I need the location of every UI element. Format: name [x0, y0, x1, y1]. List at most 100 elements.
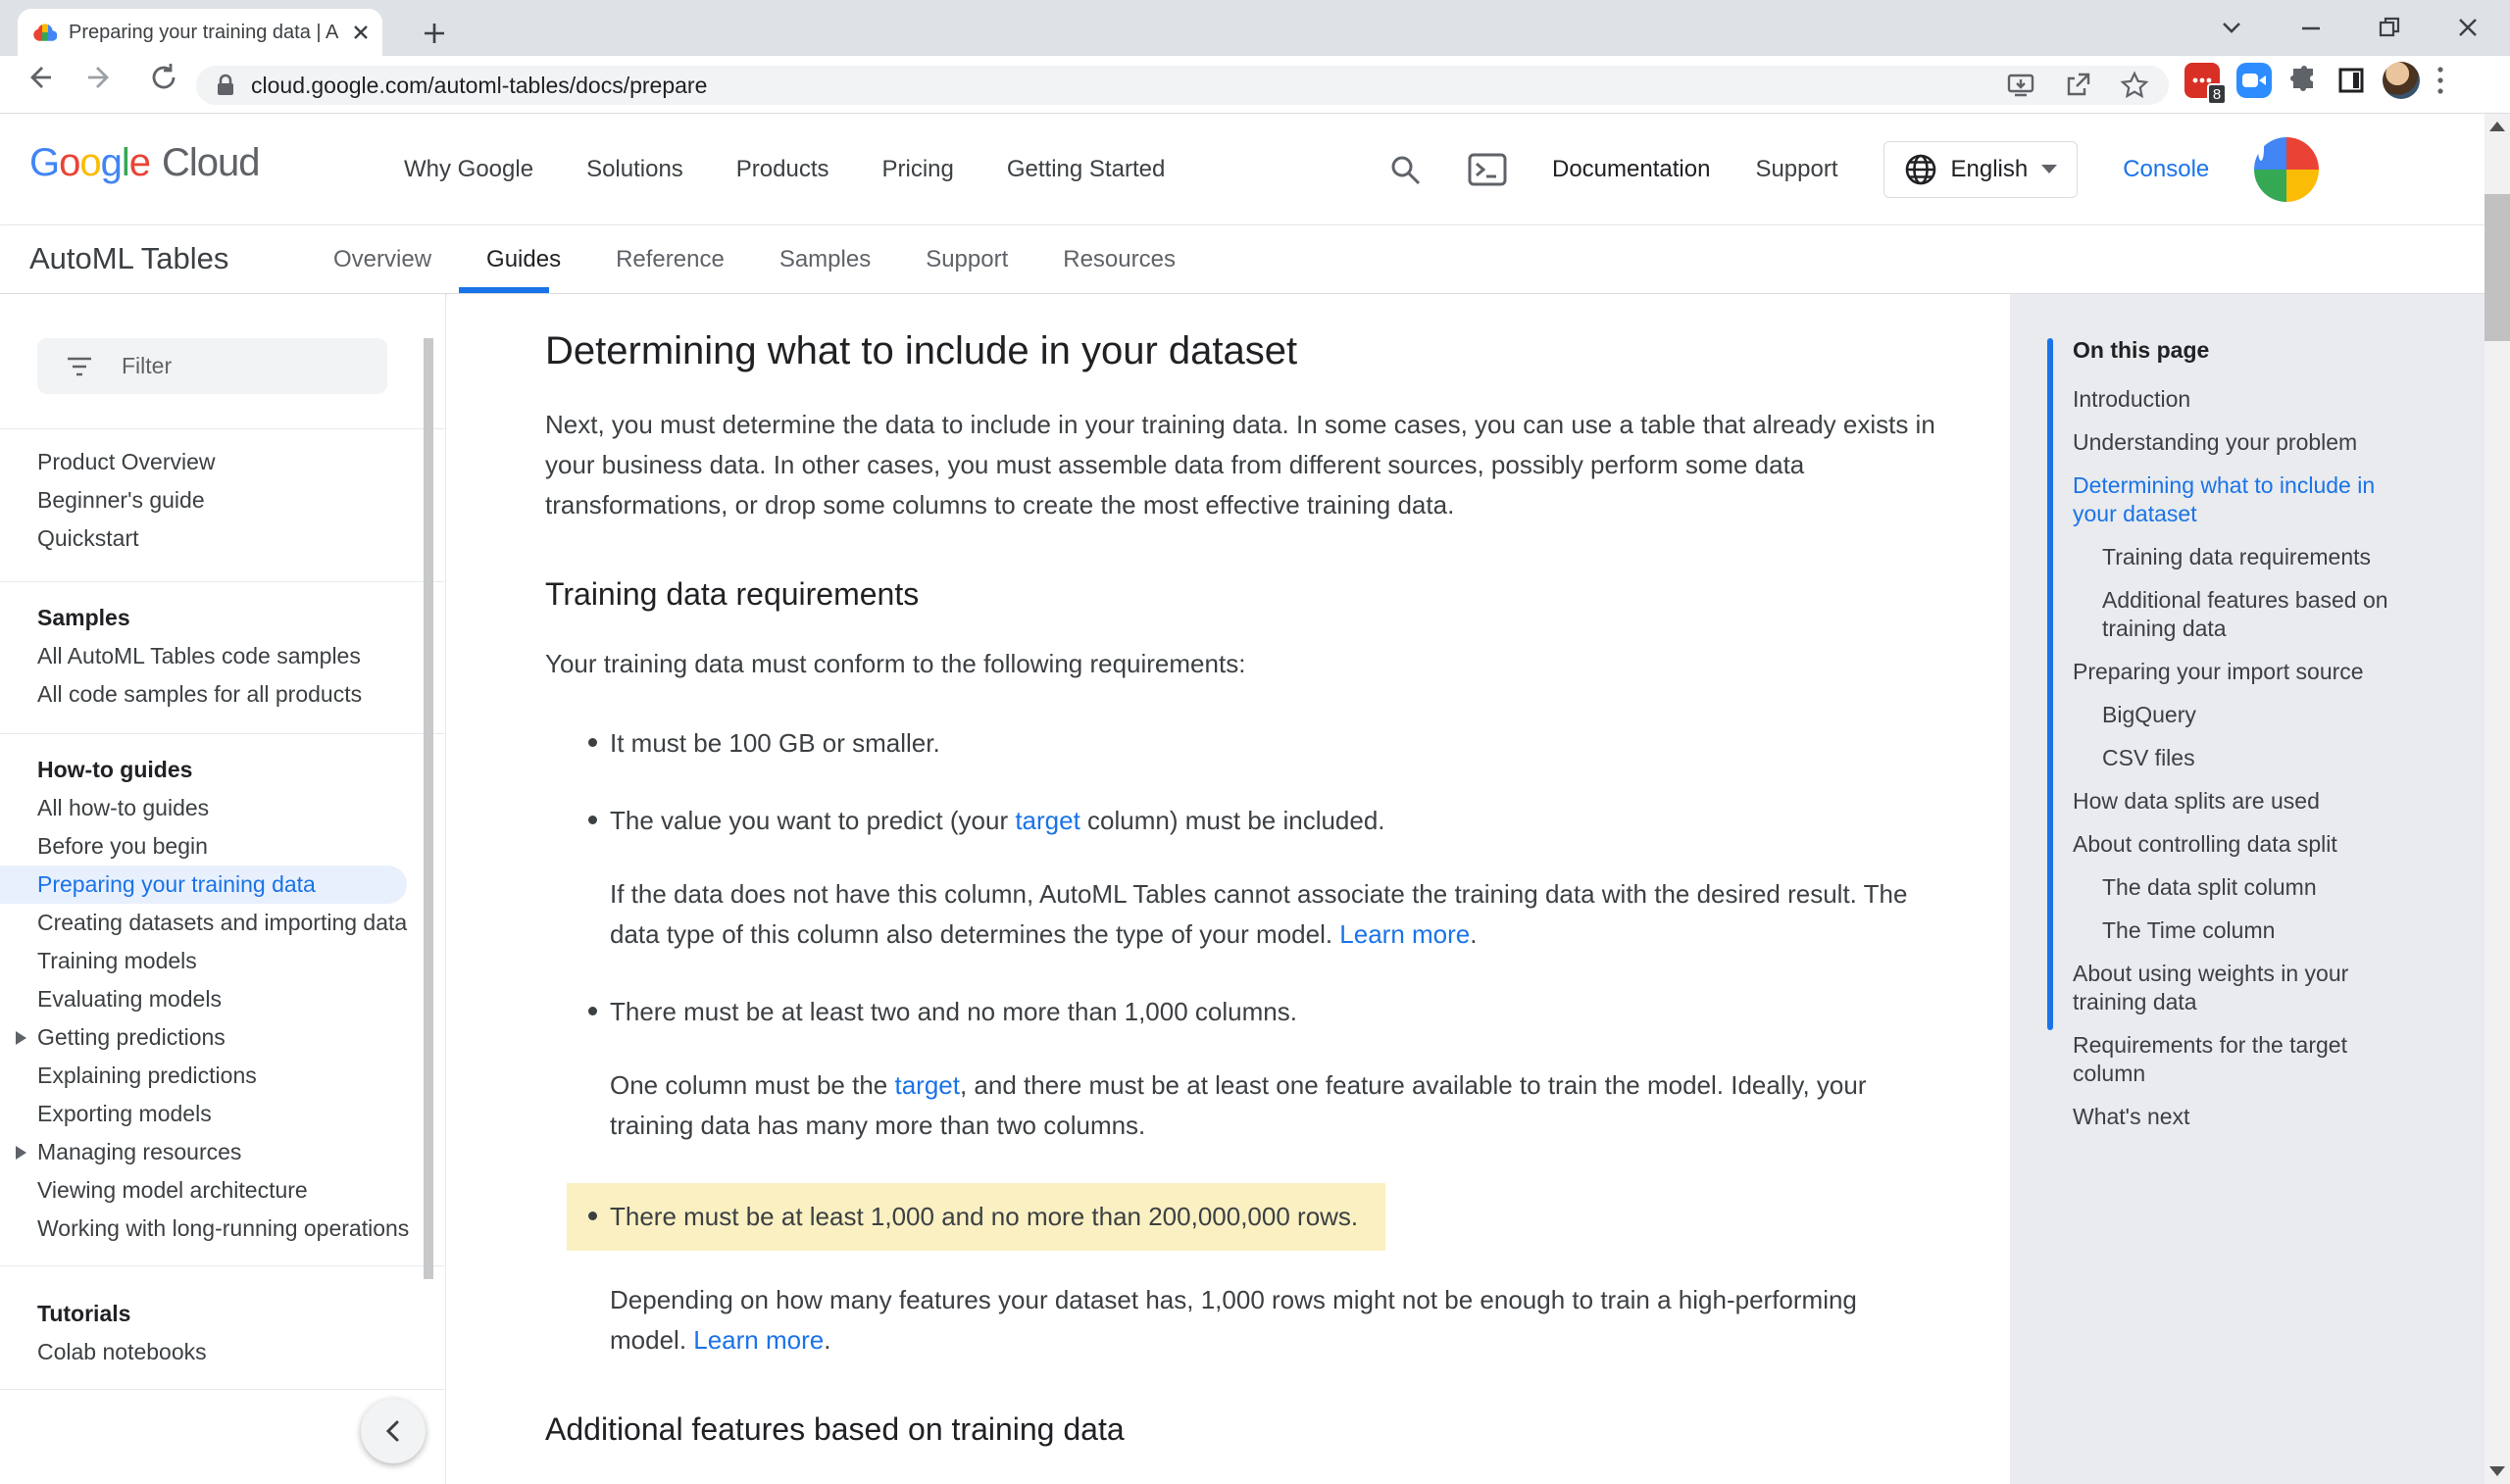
back-icon[interactable]	[22, 61, 55, 94]
tab-close-icon[interactable]	[351, 23, 371, 42]
restore-icon[interactable]	[2377, 15, 2402, 40]
sidebar-item-colab-notebooks[interactable]: Colab notebooks	[0, 1333, 445, 1371]
sidebar-item-automl-code-samples[interactable]: All AutoML Tables code samples	[0, 637, 445, 675]
toc-item-additional-features[interactable]: Additional features based on training da…	[2073, 586, 2422, 643]
zoom-extension-icon[interactable]	[2236, 63, 2272, 98]
puzzle-extensions-icon[interactable]	[2288, 65, 2320, 96]
new-tab-button[interactable]	[418, 17, 451, 50]
browser-profile-avatar[interactable]	[2383, 62, 2420, 99]
sidebar-item-exporting-models[interactable]: Exporting models	[0, 1095, 445, 1133]
sidebar-item-evaluating-models[interactable]: Evaluating models	[0, 980, 445, 1018]
learn-more-link[interactable]: Learn more	[1339, 919, 1470, 949]
target-link[interactable]: target	[1015, 806, 1080, 835]
bullet-icon	[588, 1007, 597, 1015]
toc-item-target-column-requirements[interactable]: Requirements for the target column	[2073, 1031, 2422, 1088]
product-title[interactable]: AutoML Tables	[29, 241, 228, 276]
sidebar-item-getting-predictions[interactable]: Getting predictions	[0, 1018, 445, 1057]
console-link[interactable]: Console	[2123, 156, 2209, 183]
cloud-wordmark: Cloud	[162, 141, 260, 185]
nav-pricing[interactable]: Pricing	[882, 156, 954, 183]
section-heading-additional: Additional features based on training da…	[545, 1411, 2010, 1448]
tab-guides[interactable]: Guides	[486, 246, 561, 273]
sidebar-item-explaining-predictions[interactable]: Explaining predictions	[0, 1057, 445, 1095]
close-window-icon[interactable]	[2455, 15, 2481, 40]
google-cloud-favicon-icon	[33, 21, 57, 44]
account-avatar[interactable]	[2254, 137, 2319, 202]
sidebar-scrollbar[interactable]	[424, 338, 433, 1279]
docs-sidebar: Product Overview Beginner's guide Quicks…	[0, 294, 446, 1484]
install-icon[interactable]	[2006, 71, 2035, 100]
scrollbar-thumb[interactable]	[2485, 194, 2510, 341]
google-cloud-logo[interactable]: Google Cloud	[29, 141, 260, 185]
toc-item-about-controlling-split[interactable]: About controlling data split	[2073, 830, 2422, 859]
sidebar-item-preparing-training-data[interactable]: Preparing your training data	[0, 866, 407, 904]
main-content: Determining what to include in your data…	[447, 294, 2010, 1484]
filter-box[interactable]	[37, 338, 387, 394]
minimize-icon[interactable]	[2298, 15, 2324, 40]
extensions-row: 8	[2184, 62, 2444, 99]
header-documentation-link[interactable]: Documentation	[1552, 156, 1710, 183]
kebab-menu-icon[interactable]	[2436, 65, 2444, 96]
toc-item-whats-next[interactable]: What's next	[2073, 1103, 2422, 1131]
toc-item-about-weights[interactable]: About using weights in your training dat…	[2073, 960, 2422, 1016]
expand-arrow-icon[interactable]	[16, 1146, 26, 1160]
sidebar-item-training-models[interactable]: Training models	[0, 942, 445, 980]
sidebar-item-all-code-samples[interactable]: All code samples for all products	[0, 675, 445, 714]
header-support-link[interactable]: Support	[1755, 156, 1837, 183]
learn-more-link[interactable]: Learn more	[693, 1325, 824, 1355]
sidebar-collapse-button[interactable]	[361, 1399, 426, 1463]
sidebar-item-managing-resources[interactable]: Managing resources	[0, 1133, 445, 1171]
bullet-icon	[588, 738, 597, 747]
language-selector[interactable]: English	[1883, 141, 2079, 198]
cloud-shell-icon[interactable]	[1468, 153, 1507, 186]
forward-icon[interactable]	[84, 61, 118, 94]
nav-why-google[interactable]: Why Google	[404, 156, 533, 183]
scroll-up-icon[interactable]	[2489, 122, 2505, 131]
sidebar-item-viewing-model-architecture[interactable]: Viewing model architecture	[0, 1171, 445, 1210]
password-extension-icon[interactable]: 8	[2184, 63, 2220, 98]
tab-reference[interactable]: Reference	[616, 246, 725, 273]
tab-samples[interactable]: Samples	[779, 246, 871, 273]
scroll-down-icon[interactable]	[2489, 1466, 2505, 1476]
toc-item-preparing-import-source[interactable]: Preparing your import source	[2073, 658, 2422, 686]
sidebar-item-beginners-guide[interactable]: Beginner's guide	[0, 481, 445, 519]
sidebar-item-before-you-begin[interactable]: Before you begin	[0, 827, 445, 866]
url-text[interactable]: cloud.google.com/automl-tables/docs/prep…	[251, 73, 1990, 99]
sidebar-item-quickstart[interactable]: Quickstart	[0, 519, 445, 558]
nav-getting-started[interactable]: Getting Started	[1007, 156, 1165, 183]
toc-item-csv-files[interactable]: CSV files	[2073, 744, 2422, 772]
bookmark-star-icon[interactable]	[2120, 71, 2149, 100]
sidebar-item-product-overview[interactable]: Product Overview	[0, 443, 445, 481]
sidebar-item-creating-datasets[interactable]: Creating datasets and importing data	[0, 904, 445, 942]
tab-search-chevron-icon[interactable]	[2218, 14, 2245, 41]
expand-arrow-icon[interactable]	[16, 1031, 26, 1045]
tab-resources[interactable]: Resources	[1063, 246, 1176, 273]
tab-strip: Preparing your training data | A	[0, 0, 2510, 56]
tab-overview[interactable]: Overview	[333, 246, 431, 273]
tab-support[interactable]: Support	[926, 246, 1008, 273]
url-bar[interactable]: cloud.google.com/automl-tables/docs/prep…	[196, 66, 2169, 105]
toc-item-introduction[interactable]: Introduction	[2073, 385, 2422, 414]
nav-products[interactable]: Products	[736, 156, 829, 183]
nav-solutions[interactable]: Solutions	[586, 156, 683, 183]
search-icon[interactable]	[1387, 152, 1423, 187]
sidebar-item-long-running-operations[interactable]: Working with long-running operations	[0, 1210, 445, 1248]
browser-tab[interactable]: Preparing your training data | A	[18, 9, 382, 56]
toc-item-training-data-requirements[interactable]: Training data requirements	[2073, 543, 2422, 571]
reader-extension-icon[interactable]	[2336, 66, 2366, 95]
toc-item-data-split-column[interactable]: The data split column	[2073, 873, 2422, 902]
toc-item-how-data-splits[interactable]: How data splits are used	[2073, 787, 2422, 816]
toc-item-bigquery[interactable]: BigQuery	[2073, 701, 2422, 729]
filter-input[interactable]	[120, 352, 339, 380]
toc-item-determining-dataset[interactable]: Determining what to include in your data…	[2073, 471, 2422, 528]
sidebar-item-all-how-to[interactable]: All how-to guides	[0, 789, 445, 827]
toc-item-time-column[interactable]: The Time column	[2073, 916, 2422, 945]
section-heading-requirements: Training data requirements	[545, 576, 2010, 613]
toc-item-understanding-problem[interactable]: Understanding your problem	[2073, 428, 2422, 457]
toc-accent-bar	[2047, 338, 2053, 1030]
target-link[interactable]: target	[894, 1070, 960, 1100]
header-actions: Documentation Support English Console	[1387, 114, 2319, 224]
reload-icon[interactable]	[147, 61, 180, 94]
share-icon[interactable]	[2063, 71, 2092, 100]
page-scrollbar[interactable]	[2485, 114, 2510, 1484]
